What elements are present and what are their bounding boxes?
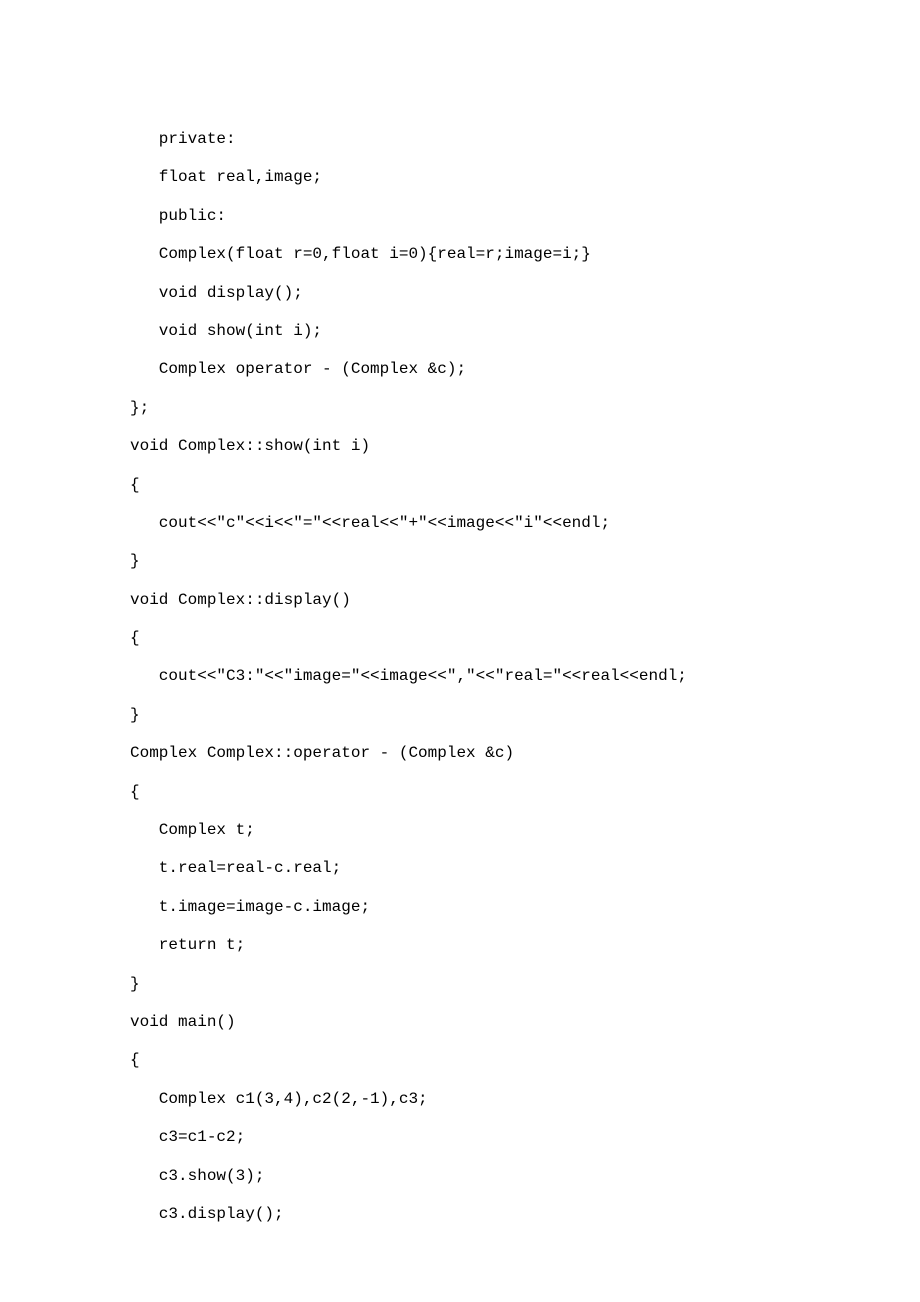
code-line: t.real=real-c.real; [130, 849, 790, 887]
code-line: } [130, 696, 790, 734]
code-document: private: float real,image; public: Compl… [0, 0, 920, 1273]
code-line: { [130, 773, 790, 811]
code-line: void display(); [130, 274, 790, 312]
code-line: public: [130, 197, 790, 235]
code-line: cout<<"c"<<i<<"="<<real<<"+"<<image<<"i"… [130, 504, 790, 542]
code-line: { [130, 1041, 790, 1079]
code-line: cout<<"C3:"<<"image="<<image<<","<<"real… [130, 657, 790, 695]
code-line: return t; [130, 926, 790, 964]
code-line: private: [130, 120, 790, 158]
code-line: void main() [130, 1003, 790, 1041]
code-line: } [130, 965, 790, 1003]
code-line: Complex Complex::operator - (Complex &c) [130, 734, 790, 772]
code-line: Complex(float r=0,float i=0){real=r;imag… [130, 235, 790, 273]
code-line: }; [130, 389, 790, 427]
code-line: Complex t; [130, 811, 790, 849]
code-line: c3.display(); [130, 1195, 790, 1233]
code-line: c3.show(3); [130, 1157, 790, 1195]
code-line: void Complex::display() [130, 581, 790, 619]
code-line: void show(int i); [130, 312, 790, 350]
code-line: Complex c1(3,4),c2(2,-1),c3; [130, 1080, 790, 1118]
code-line: float real,image; [130, 158, 790, 196]
code-line: { [130, 466, 790, 504]
code-line: } [130, 542, 790, 580]
code-line: Complex operator - (Complex &c); [130, 350, 790, 388]
code-line: c3=c1-c2; [130, 1118, 790, 1156]
code-line: { [130, 619, 790, 657]
code-line: void Complex::show(int i) [130, 427, 790, 465]
code-line: t.image=image-c.image; [130, 888, 790, 926]
